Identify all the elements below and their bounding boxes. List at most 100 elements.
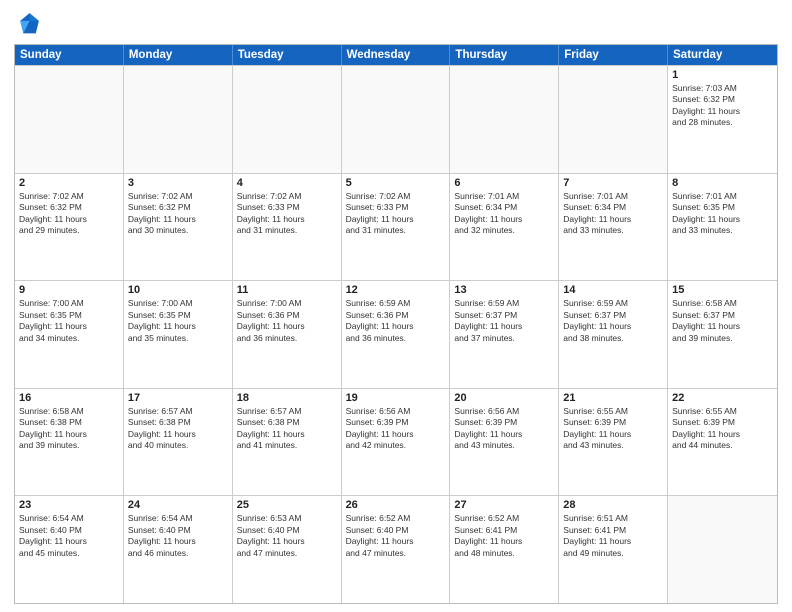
- day-info: Sunrise: 6:57 AM Sunset: 6:38 PM Dayligh…: [237, 406, 337, 452]
- day-number: 24: [128, 499, 228, 511]
- day-cell-13: 13Sunrise: 6:59 AM Sunset: 6:37 PM Dayli…: [450, 281, 559, 388]
- day-cell-empty-4-6: [668, 496, 777, 603]
- logo-icon: [14, 10, 42, 38]
- day-info: Sunrise: 6:53 AM Sunset: 6:40 PM Dayligh…: [237, 513, 337, 559]
- day-info: Sunrise: 6:56 AM Sunset: 6:39 PM Dayligh…: [454, 406, 554, 452]
- day-cell-4: 4 Sunrise: 7:02 AM Sunset: 6:33 PM Daylig…: [233, 174, 342, 281]
- day-info: Sunrise: 7:01 AM Sunset: 6:34 PM Dayligh…: [563, 191, 663, 237]
- day-number: 21: [563, 392, 663, 404]
- day-cell-15: 15 Sunrise: 6:58 AM Sunset: 6:37 PM Dayli…: [668, 281, 777, 388]
- day-cell-22: 22 Sunrise: 6:55 AM Sunset: 6:39 PM Dayli…: [668, 389, 777, 496]
- day-cell-empty-0-3: [342, 66, 451, 173]
- day-info: Sunrise: 6:54 AM Sunset: 6:40 PM Dayligh…: [19, 513, 119, 559]
- calendar-row-3: 9 Sunrise: 7:00 AM Sunset: 6:35 PM Daylig…: [15, 280, 777, 388]
- day-number: 15: [672, 284, 773, 296]
- day-cell-9: 9 Sunrise: 7:00 AM Sunset: 6:35 PM Daylig…: [15, 281, 124, 388]
- day-cell-empty-0-0: [15, 66, 124, 173]
- day-cell-28: 28 Sunrise: 6:51 AM Sunset: 6:41 PM Dayli…: [559, 496, 668, 603]
- day-info: Sunrise: 7:01 AM Sunset: 6:34 PM Dayligh…: [454, 191, 554, 237]
- day-number: 18: [237, 392, 337, 404]
- day-cell-1: 1Sunrise: 7:03 AM Sunset: 6:32 PM Daylig…: [668, 66, 777, 173]
- calendar-row-1: 1Sunrise: 7:03 AM Sunset: 6:32 PM Daylig…: [15, 65, 777, 173]
- day-cell-2: 2 Sunrise: 7:02 AM Sunset: 6:32 PM Daylig…: [15, 174, 124, 281]
- weekday-header-friday: Friday: [559, 45, 668, 65]
- day-number: 20: [454, 392, 554, 404]
- day-cell-27: 27 Sunrise: 6:52 AM Sunset: 6:41 PM Dayli…: [450, 496, 559, 603]
- calendar-body: 1Sunrise: 7:03 AM Sunset: 6:32 PM Daylig…: [15, 65, 777, 603]
- day-info: Sunrise: 7:00 AM Sunset: 6:36 PM Dayligh…: [237, 298, 337, 344]
- day-info: Sunrise: 7:02 AM Sunset: 6:32 PM Dayligh…: [19, 191, 119, 237]
- day-cell-26: 26Sunrise: 6:52 AM Sunset: 6:40 PM Dayli…: [342, 496, 451, 603]
- day-info: Sunrise: 7:01 AM Sunset: 6:35 PM Dayligh…: [672, 191, 773, 237]
- day-number: 11: [237, 284, 337, 296]
- day-number: 1: [672, 69, 773, 81]
- day-info: Sunrise: 6:51 AM Sunset: 6:41 PM Dayligh…: [563, 513, 663, 559]
- day-cell-empty-0-5: [559, 66, 668, 173]
- weekday-header-wednesday: Wednesday: [342, 45, 451, 65]
- day-number: 3: [128, 177, 228, 189]
- day-number: 25: [237, 499, 337, 511]
- day-info: Sunrise: 6:52 AM Sunset: 6:40 PM Dayligh…: [346, 513, 446, 559]
- day-cell-5: 5Sunrise: 7:02 AM Sunset: 6:33 PM Daylig…: [342, 174, 451, 281]
- day-number: 19: [346, 392, 446, 404]
- day-number: 28: [563, 499, 663, 511]
- weekday-header-saturday: Saturday: [668, 45, 777, 65]
- weekday-header-sunday: Sunday: [15, 45, 124, 65]
- day-cell-18: 18 Sunrise: 6:57 AM Sunset: 6:38 PM Dayli…: [233, 389, 342, 496]
- day-info: Sunrise: 7:00 AM Sunset: 6:35 PM Dayligh…: [128, 298, 228, 344]
- day-number: 12: [346, 284, 446, 296]
- calendar-header: SundayMondayTuesdayWednesdayThursdayFrid…: [15, 45, 777, 65]
- day-cell-12: 12 Sunrise: 6:59 AM Sunset: 6:36 PM Dayli…: [342, 281, 451, 388]
- day-number: 16: [19, 392, 119, 404]
- calendar: SundayMondayTuesdayWednesdayThursdayFrid…: [14, 44, 778, 604]
- day-cell-empty-0-4: [450, 66, 559, 173]
- day-cell-14: 14 Sunrise: 6:59 AM Sunset: 6:37 PM Dayli…: [559, 281, 668, 388]
- weekday-header-thursday: Thursday: [450, 45, 559, 65]
- weekday-header-tuesday: Tuesday: [233, 45, 342, 65]
- day-info: Sunrise: 6:59 AM Sunset: 6:36 PM Dayligh…: [346, 298, 446, 344]
- day-number: 9: [19, 284, 119, 296]
- day-number: 17: [128, 392, 228, 404]
- day-number: 8: [672, 177, 773, 189]
- day-cell-11: 11 Sunrise: 7:00 AM Sunset: 6:36 PM Dayli…: [233, 281, 342, 388]
- day-number: 6: [454, 177, 554, 189]
- day-cell-23: 23 Sunrise: 6:54 AM Sunset: 6:40 PM Dayli…: [15, 496, 124, 603]
- page: SundayMondayTuesdayWednesdayThursdayFrid…: [0, 0, 792, 612]
- weekday-header-monday: Monday: [124, 45, 233, 65]
- day-info: Sunrise: 7:00 AM Sunset: 6:35 PM Dayligh…: [19, 298, 119, 344]
- day-cell-8: 8 Sunrise: 7:01 AM Sunset: 6:35 PM Daylig…: [668, 174, 777, 281]
- day-info: Sunrise: 6:55 AM Sunset: 6:39 PM Dayligh…: [672, 406, 773, 452]
- day-number: 23: [19, 499, 119, 511]
- day-info: Sunrise: 7:02 AM Sunset: 6:33 PM Dayligh…: [237, 191, 337, 237]
- day-cell-25: 25 Sunrise: 6:53 AM Sunset: 6:40 PM Dayli…: [233, 496, 342, 603]
- day-number: 14: [563, 284, 663, 296]
- calendar-row-4: 16 Sunrise: 6:58 AM Sunset: 6:38 PM Dayli…: [15, 388, 777, 496]
- day-cell-10: 10 Sunrise: 7:00 AM Sunset: 6:35 PM Dayli…: [124, 281, 233, 388]
- day-cell-17: 17Sunrise: 6:57 AM Sunset: 6:38 PM Dayli…: [124, 389, 233, 496]
- day-info: Sunrise: 6:59 AM Sunset: 6:37 PM Dayligh…: [563, 298, 663, 344]
- day-info: Sunrise: 7:02 AM Sunset: 6:32 PM Dayligh…: [128, 191, 228, 237]
- day-cell-21: 21 Sunrise: 6:55 AM Sunset: 6:39 PM Dayli…: [559, 389, 668, 496]
- day-info: Sunrise: 6:56 AM Sunset: 6:39 PM Dayligh…: [346, 406, 446, 452]
- day-info: Sunrise: 6:59 AM Sunset: 6:37 PM Dayligh…: [454, 298, 554, 344]
- day-cell-3: 3 Sunrise: 7:02 AM Sunset: 6:32 PM Daylig…: [124, 174, 233, 281]
- day-cell-empty-0-2: [233, 66, 342, 173]
- day-info: Sunrise: 6:52 AM Sunset: 6:41 PM Dayligh…: [454, 513, 554, 559]
- day-cell-20: 20 Sunrise: 6:56 AM Sunset: 6:39 PM Dayli…: [450, 389, 559, 496]
- day-number: 7: [563, 177, 663, 189]
- day-number: 2: [19, 177, 119, 189]
- header: [14, 10, 778, 38]
- day-info: Sunrise: 6:55 AM Sunset: 6:39 PM Dayligh…: [563, 406, 663, 452]
- day-number: 4: [237, 177, 337, 189]
- day-cell-7: 7 Sunrise: 7:01 AM Sunset: 6:34 PM Daylig…: [559, 174, 668, 281]
- day-cell-empty-0-1: [124, 66, 233, 173]
- day-cell-19: 19 Sunrise: 6:56 AM Sunset: 6:39 PM Dayli…: [342, 389, 451, 496]
- day-number: 10: [128, 284, 228, 296]
- day-cell-24: 24Sunrise: 6:54 AM Sunset: 6:40 PM Dayli…: [124, 496, 233, 603]
- day-cell-6: 6 Sunrise: 7:01 AM Sunset: 6:34 PM Daylig…: [450, 174, 559, 281]
- day-number: 27: [454, 499, 554, 511]
- day-info: Sunrise: 6:58 AM Sunset: 6:38 PM Dayligh…: [19, 406, 119, 452]
- day-info: Sunrise: 6:58 AM Sunset: 6:37 PM Dayligh…: [672, 298, 773, 344]
- day-number: 22: [672, 392, 773, 404]
- day-info: Sunrise: 7:02 AM Sunset: 6:33 PM Dayligh…: [346, 191, 446, 237]
